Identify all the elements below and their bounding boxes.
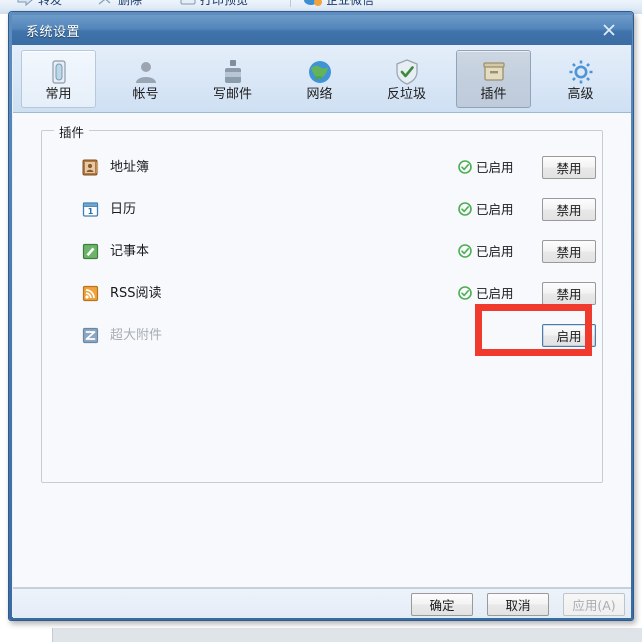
plugin-row: 地址簿 已启用 禁用 [42, 153, 604, 183]
plugin-name: 超大附件 [110, 328, 163, 343]
groupbox-legend: 插件 [54, 122, 90, 141]
close-button[interactable] [592, 18, 626, 42]
tab-label: 网络 [306, 87, 333, 102]
plugin-name: 地址簿 [110, 160, 150, 175]
parent-toolbar-item[interactable]: 转发 [38, 0, 62, 8]
ok-button[interactable]: 确定 [411, 593, 473, 616]
plugin-toggle-button[interactable]: 禁用 [542, 198, 596, 221]
check-circle-icon [458, 160, 472, 174]
tab-antispam[interactable]: 反垃圾 [369, 50, 444, 108]
tab-network[interactable]: 网络 [282, 50, 357, 108]
dialog-titlebar[interactable]: 系统设置 [12, 15, 632, 45]
plugin-toggle-button[interactable]: 禁用 [542, 282, 596, 305]
tab-label: 常用 [45, 87, 72, 102]
plugin-toggle-button[interactable]: 禁用 [542, 240, 596, 263]
check-circle-icon [458, 286, 472, 300]
calendar-icon: 1 [82, 201, 99, 218]
plugin-status-text: 已启用 [476, 160, 514, 175]
wecom-icon[interactable] [302, 0, 322, 6]
parent-app-list-pane [0, 628, 52, 642]
attachment-icon [82, 327, 99, 344]
plugin-name: RSS阅读 [110, 286, 162, 301]
plugin-row: 记事本 已启用 禁用 [42, 237, 604, 267]
forward-icon[interactable] [16, 0, 34, 7]
tab-label: 写邮件 [212, 87, 252, 102]
tab-label: 反垃圾 [386, 87, 426, 102]
settings-tabbar: 常用 帐号 写邮件 网络 反垃圾 插件 高级 [13, 45, 631, 113]
plugin-enable-button[interactable]: 启用 [542, 324, 596, 347]
tab-advanced[interactable]: 高级 [543, 50, 618, 108]
plugins-groupbox: 插件 地址簿 已启用 禁用 1 日历 已启用 禁用 记事本 已启用 禁用 RSS… [41, 122, 604, 483]
parent-toolbar-item[interactable]: 企业微信 [326, 0, 374, 8]
tab-general[interactable]: 常用 [21, 50, 96, 108]
plugin-status-text: 已启用 [476, 202, 514, 217]
dialog-footer: 确定 取消 应用(A) [13, 588, 631, 618]
parent-app-preview-pane [52, 628, 642, 642]
plugins-panel: 插件 地址簿 已启用 禁用 1 日历 已启用 禁用 记事本 已启用 禁用 RSS… [13, 113, 631, 588]
screen: 转发 删除 打印预览 企业微信 系统设置 常用 帐号 写邮件 网络 反垃圾 插件… [0, 0, 642, 642]
plugin-toggle-button[interactable]: 禁用 [542, 156, 596, 179]
plugin-status: 已启用 [458, 159, 514, 176]
tab-account[interactable]: 帐号 [108, 50, 183, 108]
rss-icon [82, 285, 99, 302]
plugin-status: 已启用 [458, 243, 514, 260]
delete-icon[interactable] [96, 0, 114, 6]
printer-icon[interactable] [178, 0, 196, 6]
plugin-row: 1 日历 已启用 禁用 [42, 195, 604, 225]
plugin-status: 已启用 [458, 285, 514, 302]
plugin-row: RSS阅读 已启用 禁用 [42, 279, 604, 309]
plugin-status-text: 已启用 [476, 286, 514, 301]
parent-toolbar-item[interactable]: 打印预览 [200, 0, 248, 8]
tab-plugins[interactable]: 插件 [456, 50, 531, 108]
toolbar-separator [290, 0, 291, 7]
plugin-status-text: 已启用 [476, 244, 514, 259]
settings-dialog: 系统设置 常用 帐号 写邮件 网络 反垃圾 插件 高级 插件 地址簿 已启用 禁… [8, 11, 634, 621]
plugin-name: 日历 [110, 202, 137, 217]
check-circle-icon [458, 202, 472, 216]
apply-button: 应用(A) [563, 593, 625, 616]
tab-compose[interactable]: 写邮件 [195, 50, 270, 108]
tab-label: 插件 [480, 87, 507, 102]
dialog-title: 系统设置 [26, 25, 81, 40]
check-circle-icon [458, 244, 472, 258]
plugin-name: 记事本 [110, 244, 150, 259]
plugin-status: 已启用 [458, 201, 514, 218]
close-icon [603, 24, 615, 36]
tab-label: 高级 [567, 87, 594, 102]
svg-text:1: 1 [88, 207, 94, 216]
parent-toolbar-item[interactable]: 删除 [118, 0, 142, 8]
notepad-icon [82, 243, 99, 260]
addressbook-icon [82, 159, 99, 176]
cancel-button[interactable]: 取消 [487, 593, 549, 616]
plugin-row: 超大附件 启用 [42, 321, 604, 351]
tab-label: 帐号 [132, 87, 159, 102]
